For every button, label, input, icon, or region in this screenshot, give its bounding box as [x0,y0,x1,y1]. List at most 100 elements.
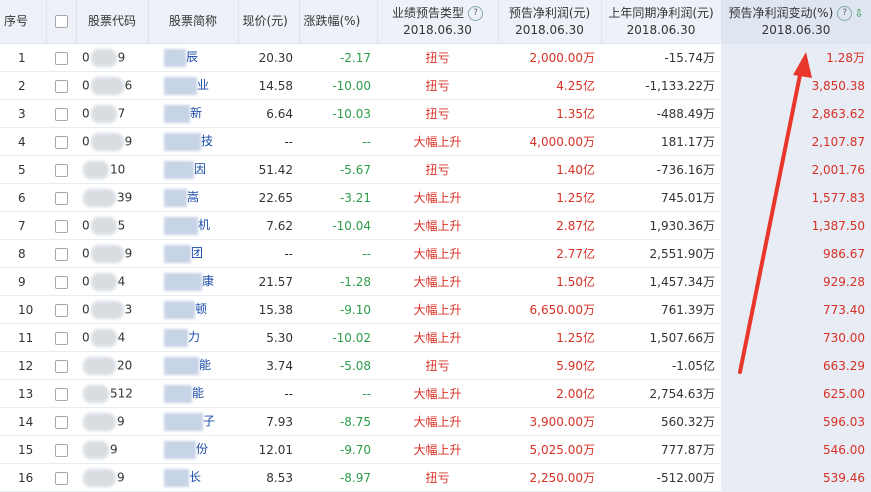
stock-code[interactable]: 04 [76,267,148,296]
row-checkbox[interactable] [54,219,68,233]
table-row[interactable]: 2 0 6 业 14.58 -10.00 扭亏 4.25亿 -1,133.22万 3,850.38 [0,71,871,100]
stock-code[interactable]: 05 [76,211,148,240]
table-row[interactable]: 16 9 长 8.53 -8.97 扭亏 2,250.00万 -512.00万 539.46 [0,463,871,492]
stock-name[interactable]: 团 [148,239,238,268]
stock-code[interactable]: 06 [76,71,148,100]
stock-name[interactable]: 份 [148,435,238,464]
table-row[interactable]: 4 0 9 技 -- -- 大幅上升 4,000.00万 181.17万 2,107.87 [0,127,871,156]
table-row[interactable]: 7 0 5 机 7.62 -10.04 大幅上升 2.87亿 1,930.36万 1,387.50 [0,211,871,240]
stock-code[interactable]: 09 [76,127,148,156]
stock-code[interactable]: 39 [76,183,148,212]
lastyear-profit: -15.74万 [601,43,721,72]
table-row[interactable]: 13 512 能 -- -- 大幅上升 2.00亿 2,754.63万 625.00 [0,379,871,408]
header-forecast-type[interactable]: 业绩预告类型? 2018.06.30 [377,0,499,44]
row-select[interactable] [46,155,76,184]
table-row[interactable]: 5 10 因 51.42 -5.67 扭亏 1.40亿 -736.16万 2,001.76 [0,155,871,184]
row-checkbox[interactable] [54,331,68,345]
row-checkbox[interactable] [54,107,68,121]
forecast-profit: 2,250.00万 [498,463,601,492]
row-select[interactable] [46,435,76,464]
row-select[interactable] [46,351,76,380]
stock-name[interactable]: 业 [148,71,238,100]
stock-name[interactable]: 顿 [148,295,238,324]
row-select[interactable] [46,127,76,156]
row-checkbox[interactable] [54,359,68,373]
stock-code[interactable]: 10 [76,155,148,184]
stock-name[interactable]: 长 [148,463,238,492]
stock-name[interactable]: 康 [148,267,238,296]
row-checkbox[interactable] [54,135,68,149]
table-row[interactable]: 9 0 4 康 21.57 -1.28 大幅上升 1.50亿 1,457.34万 929.28 [0,267,871,296]
row-select[interactable] [46,267,76,296]
row-select[interactable] [46,71,76,100]
price-change: -- [299,379,377,408]
row-checkbox[interactable] [54,79,68,93]
lastyear-profit: 745.01万 [601,183,721,212]
row-select[interactable] [46,463,76,492]
stock-name[interactable]: 辰 [148,43,238,72]
stock-code[interactable]: 04 [76,323,148,352]
stock-name[interactable]: 技 [148,127,238,156]
stock-name[interactable]: 因 [148,155,238,184]
table-row[interactable]: 11 0 4 力 5.30 -10.02 大幅上升 1.25亿 1,507.66万 730.00 [0,323,871,352]
row-select[interactable] [46,295,76,324]
stock-name[interactable]: 能 [148,351,238,380]
row-select[interactable] [46,183,76,212]
row-checkbox[interactable] [54,51,68,65]
header-seq[interactable]: 序号 [0,0,47,44]
row-select[interactable] [46,379,76,408]
row-checkbox[interactable] [54,247,68,261]
row-checkbox[interactable] [54,275,68,289]
stock-code[interactable]: 09 [76,43,148,72]
table-row[interactable]: 8 0 9 团 -- -- 大幅上升 2.77亿 2,551.90万 986.67 [0,239,871,268]
help-icon[interactable]: ? [837,5,853,21]
stock-name[interactable]: 机 [148,211,238,240]
header-name[interactable]: 股票简称 [148,0,239,44]
stock-code[interactable]: 9 [76,435,148,464]
stock-code[interactable]: 512 [76,379,148,408]
row-select[interactable] [46,99,76,128]
row-checkbox[interactable] [54,303,68,317]
current-price: 8.53 [238,463,299,492]
stock-name[interactable]: 力 [148,323,238,352]
table-row[interactable]: 12 20 能 3.74 -5.08 扭亏 5.90亿 -1.05亿 663.29 [0,351,871,380]
row-select[interactable] [46,239,76,268]
stock-name[interactable]: 嵩 [148,183,238,212]
stock-code[interactable]: 9 [76,407,148,436]
header-profit-change-pct[interactable]: 预告净利润变动(%)? ⇩ 2018.06.30 [721,0,871,44]
row-checkbox[interactable] [54,415,68,429]
stock-name[interactable]: 新 [148,99,238,128]
forecast-type: 大幅上升 [377,407,498,436]
row-checkbox[interactable] [54,471,68,485]
table-row[interactable]: 1 0 9 辰 20.30 -2.17 扭亏 2,000.00万 -15.74万 1.28万 [0,43,871,72]
table-row[interactable]: 3 0 7 新 6.64 -10.03 扭亏 1.35亿 -488.49万 2,863.62 [0,99,871,128]
header-lastyear-profit[interactable]: 上年同期净利润(元) 2018.06.30 [601,0,722,44]
row-checkbox[interactable] [54,443,68,457]
stock-name[interactable]: 子 [148,407,238,436]
table-row[interactable]: 15 9 份 12.01 -9.70 大幅上升 5,025.00万 777.87万 546.00 [0,435,871,464]
stock-code[interactable]: 9 [76,463,148,492]
row-select[interactable] [46,211,76,240]
header-code[interactable]: 股票代码 [76,0,149,44]
header-price[interactable]: 现价(元) [238,0,300,44]
header-forecast-profit[interactable]: 预告净利润(元) 2018.06.30 [498,0,602,44]
row-checkbox[interactable] [54,387,68,401]
row-checkbox[interactable] [54,163,68,177]
select-all-checkbox[interactable] [54,15,68,28]
row-select[interactable] [46,407,76,436]
stock-code[interactable]: 20 [76,351,148,380]
row-checkbox[interactable] [54,191,68,205]
row-select[interactable] [46,43,76,72]
stock-code[interactable]: 09 [76,239,148,268]
header-change[interactable]: 涨跌幅(%) [299,0,378,44]
table-row[interactable]: 14 9 子 7.93 -8.75 大幅上升 3,900.00万 560.32万 596.03 [0,407,871,436]
stock-code[interactable]: 07 [76,99,148,128]
stock-code[interactable]: 03 [76,295,148,324]
row-select[interactable] [46,323,76,352]
help-icon[interactable]: ? [468,5,483,21]
header-select-all[interactable] [46,0,77,44]
stock-name[interactable]: 能 [148,379,238,408]
table-row[interactable]: 6 39 嵩 22.65 -3.21 大幅上升 1.25亿 745.01万 1,577.83 [0,183,871,212]
table-row[interactable]: 10 0 3 顿 15.38 -9.10 大幅上升 6,650.00万 761.39万 773.4… [0,295,871,324]
sort-desc-icon[interactable]: ⇩ [854,7,863,20]
